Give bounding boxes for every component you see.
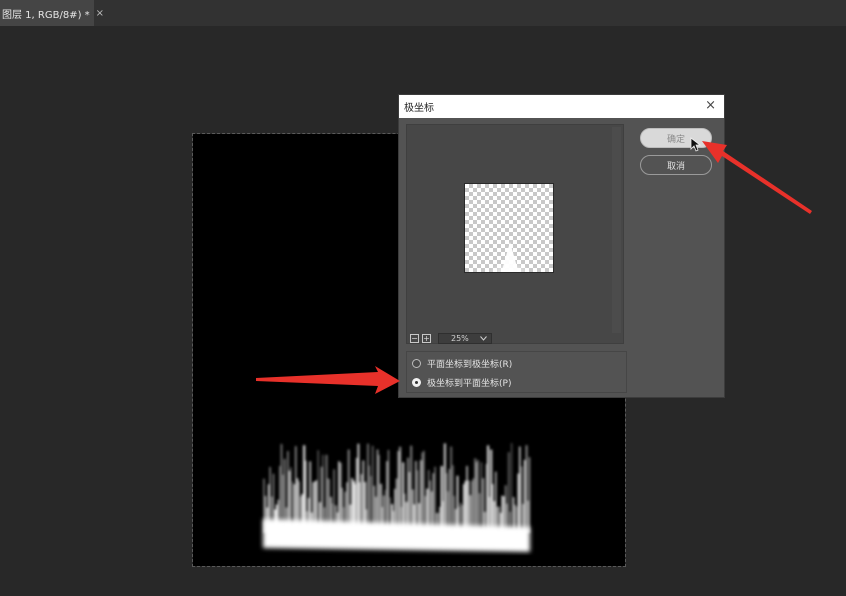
brush-streak	[378, 454, 380, 533]
option-polar-to-rect[interactable]: 极坐标到平面坐标(P)	[412, 376, 511, 389]
zoom-controls: − + 25%	[410, 332, 492, 344]
polar-coordinates-dialog: 极坐标 × − + 25% 确定 取消 平面坐标到极坐标(R) 极坐标到平面坐标…	[398, 94, 725, 398]
brush-streak	[347, 449, 350, 533]
brush-streak	[482, 478, 484, 533]
zoom-in-icon[interactable]: +	[422, 333, 431, 343]
brush-streak	[434, 466, 436, 533]
conversion-options: 平面坐标到极坐标(R) 极坐标到平面坐标(P)	[406, 351, 627, 393]
brush-streak	[519, 446, 521, 533]
brush-streak	[387, 449, 390, 533]
brush-streak	[432, 473, 435, 533]
document-tab[interactable]: 图层 1, RGB/8#) * ×	[0, 0, 104, 26]
brush-streak	[491, 484, 494, 533]
brush-streak	[528, 457, 531, 533]
zoom-level-select[interactable]: 25%	[438, 332, 492, 344]
document-tab-title: 图层 1, RGB/8#) *	[2, 9, 90, 21]
radio-icon[interactable]	[412, 359, 421, 368]
dialog-titlebar: 极坐标 ×	[399, 95, 724, 118]
brush-streak	[371, 445, 374, 533]
option-label: 极坐标到平面坐标(P)	[427, 379, 512, 389]
chevron-down-icon	[480, 335, 487, 341]
close-icon[interactable]: ×	[705, 98, 716, 113]
brush-streak	[477, 460, 479, 533]
option-label: 平面坐标到极坐标(R)	[427, 360, 513, 370]
brush-streak	[472, 478, 475, 533]
brush-streak	[416, 470, 419, 533]
preview-scrollbar[interactable]	[612, 127, 621, 333]
brush-streak	[317, 450, 319, 533]
brush-streak	[415, 460, 417, 533]
preview-area[interactable]: − + 25%	[406, 124, 624, 344]
preview-shape	[488, 242, 532, 272]
brush-streak	[466, 465, 468, 533]
zoom-out-icon[interactable]: −	[410, 333, 419, 343]
cancel-button[interactable]: 取消	[640, 155, 712, 175]
close-icon[interactable]: ×	[96, 8, 104, 19]
brush-streak	[456, 475, 459, 533]
brush-streak	[427, 470, 430, 533]
brush-streak	[475, 462, 478, 533]
dialog-title: 极坐标	[404, 103, 434, 114]
brush-streak	[511, 443, 513, 533]
document-tab-bar: 图层 1, RGB/8#) * ×	[0, 0, 846, 26]
mouse-cursor-icon	[690, 137, 702, 152]
preview-thumbnail	[464, 183, 554, 273]
brush-streak	[423, 450, 425, 533]
brush-streak	[495, 471, 497, 533]
zoom-level-value: 25%	[451, 333, 469, 343]
brush-streak	[421, 452, 424, 533]
option-rect-to-polar[interactable]: 平面坐标到极坐标(R)	[412, 357, 512, 370]
brush-streak	[448, 468, 451, 533]
radio-icon[interactable]	[412, 378, 421, 387]
brush-streak	[467, 480, 470, 533]
brush-streak	[480, 462, 483, 533]
brush-streak	[386, 461, 388, 533]
